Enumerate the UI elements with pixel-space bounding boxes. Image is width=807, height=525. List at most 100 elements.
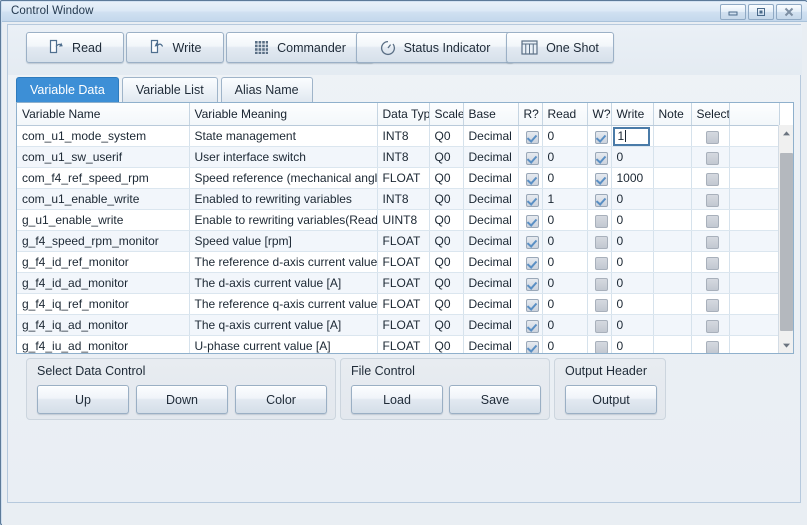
- table-row[interactable]: g_f4_id_ad_monitor The d-axis current val…: [17, 272, 780, 294]
- select-checkbox[interactable]: [706, 278, 719, 291]
- write-enable-checkbox[interactable]: [595, 341, 608, 353]
- minimize-button[interactable]: [720, 4, 746, 20]
- cell-select[interactable]: [691, 335, 730, 353]
- cell-w[interactable]: [587, 146, 612, 168]
- cell-select[interactable]: [691, 209, 730, 231]
- cell-read[interactable]: 0: [542, 167, 588, 189]
- select-checkbox[interactable]: [706, 194, 719, 207]
- up-button[interactable]: Up: [37, 385, 129, 414]
- maximize-button[interactable]: [748, 4, 774, 20]
- read-enable-checkbox[interactable]: [526, 299, 539, 312]
- cell-w[interactable]: [587, 314, 612, 336]
- read-enable-checkbox[interactable]: [526, 131, 539, 144]
- close-button[interactable]: [776, 4, 802, 20]
- table-row[interactable]: com_u1_enable_write Enabled to rewriting …: [17, 188, 780, 210]
- cell-select[interactable]: [691, 188, 730, 210]
- tab-variable-list[interactable]: Variable List: [121, 77, 218, 102]
- cell-r[interactable]: [518, 230, 543, 252]
- cell-w[interactable]: [587, 293, 612, 315]
- write-enable-checkbox[interactable]: [595, 278, 608, 291]
- write-enable-checkbox[interactable]: [595, 194, 608, 207]
- cell-w[interactable]: [587, 125, 612, 147]
- table-row[interactable]: com_f4_ref_speed_rpm Speed reference (mec…: [17, 167, 780, 189]
- load-button[interactable]: Load: [351, 385, 443, 414]
- read-enable-checkbox[interactable]: [526, 236, 539, 249]
- column-header-name[interactable]: Variable Name: [17, 103, 190, 126]
- commander-button[interactable]: Commander: [226, 32, 374, 63]
- select-checkbox[interactable]: [706, 257, 719, 270]
- cell-select[interactable]: [691, 272, 730, 294]
- cell-w[interactable]: [587, 209, 612, 231]
- select-checkbox[interactable]: [706, 131, 719, 144]
- read-enable-checkbox[interactable]: [526, 341, 539, 353]
- cell-r[interactable]: [518, 293, 543, 315]
- cell-r[interactable]: [518, 146, 543, 168]
- write-value-input[interactable]: 1: [612, 127, 650, 146]
- tab-alias-name[interactable]: Alias Name: [220, 77, 313, 102]
- read-enable-checkbox[interactable]: [526, 215, 539, 228]
- write-enable-checkbox[interactable]: [595, 257, 608, 270]
- cell-write[interactable]: 1000: [611, 167, 654, 189]
- cell-select[interactable]: [691, 146, 730, 168]
- cell-r[interactable]: [518, 272, 543, 294]
- cell-read[interactable]: 0: [542, 209, 588, 231]
- cell-select[interactable]: [691, 314, 730, 336]
- read-enable-checkbox[interactable]: [526, 278, 539, 291]
- write-enable-checkbox[interactable]: [595, 299, 608, 312]
- table-row[interactable]: g_u1_enable_write Enable to rewriting var…: [17, 209, 780, 231]
- column-header-scale[interactable]: Scale: [429, 103, 464, 126]
- select-checkbox[interactable]: [706, 173, 719, 186]
- read-enable-checkbox[interactable]: [526, 320, 539, 333]
- select-checkbox[interactable]: [706, 215, 719, 228]
- cell-write[interactable]: 0: [611, 146, 654, 168]
- output-button[interactable]: Output: [565, 385, 657, 414]
- cell-w[interactable]: [587, 272, 612, 294]
- scroll-down-button[interactable]: [779, 337, 793, 353]
- cell-read[interactable]: 0: [542, 272, 588, 294]
- cell-r[interactable]: [518, 188, 543, 210]
- cell-w[interactable]: [587, 230, 612, 252]
- cell-w[interactable]: [587, 335, 612, 353]
- scroll-thumb[interactable]: [780, 153, 793, 331]
- table-row[interactable]: g_f4_iu_ad_monitor U-phase current value …: [17, 335, 780, 353]
- down-button[interactable]: Down: [136, 385, 228, 414]
- cell-w[interactable]: [587, 167, 612, 189]
- cell-write[interactable]: 0: [611, 314, 654, 336]
- table-row[interactable]: g_f4_speed_rpm_monitor Speed value [rpm] F…: [17, 230, 780, 252]
- cell-read[interactable]: 0: [542, 251, 588, 273]
- cell-write[interactable]: 0: [611, 293, 654, 315]
- cell-r[interactable]: [518, 125, 543, 147]
- read-button[interactable]: Read: [26, 32, 124, 63]
- column-header-r[interactable]: R?: [518, 103, 543, 126]
- one-shot-button[interactable]: One Shot: [506, 32, 614, 63]
- read-enable-checkbox[interactable]: [526, 257, 539, 270]
- cell-write[interactable]: 0: [611, 230, 654, 252]
- select-checkbox[interactable]: [706, 320, 719, 333]
- cell-read[interactable]: 0: [542, 293, 588, 315]
- cell-read[interactable]: 0: [542, 335, 588, 353]
- read-enable-checkbox[interactable]: [526, 194, 539, 207]
- variable-data-grid[interactable]: Variable NameVariable MeaningData TypeSc…: [16, 102, 794, 354]
- cell-r[interactable]: [518, 209, 543, 231]
- cell-select[interactable]: [691, 251, 730, 273]
- write-enable-checkbox[interactable]: [595, 236, 608, 249]
- cell-r[interactable]: [518, 251, 543, 273]
- column-header-meaning[interactable]: Variable Meaning: [189, 103, 378, 126]
- write-enable-checkbox[interactable]: [595, 152, 608, 165]
- table-row[interactable]: g_f4_id_ref_monitor The reference d-axis …: [17, 251, 780, 273]
- write-enable-checkbox[interactable]: [595, 131, 608, 144]
- cell-w[interactable]: [587, 251, 612, 273]
- column-header-read[interactable]: Read: [542, 103, 588, 126]
- column-header-note[interactable]: Note: [653, 103, 692, 126]
- cell-read[interactable]: 0: [542, 230, 588, 252]
- scroll-up-button[interactable]: [779, 125, 793, 141]
- column-header-base[interactable]: Base: [463, 103, 519, 126]
- cell-read[interactable]: 0: [542, 125, 588, 147]
- write-button[interactable]: Write: [126, 32, 224, 63]
- column-header-select[interactable]: Select: [691, 103, 730, 126]
- read-enable-checkbox[interactable]: [526, 173, 539, 186]
- column-header-datatype[interactable]: Data Type: [377, 103, 430, 126]
- table-row[interactable]: com_u1_sw_userif User interface switch INT…: [17, 146, 780, 168]
- write-enable-checkbox[interactable]: [595, 215, 608, 228]
- cell-select[interactable]: [691, 125, 730, 147]
